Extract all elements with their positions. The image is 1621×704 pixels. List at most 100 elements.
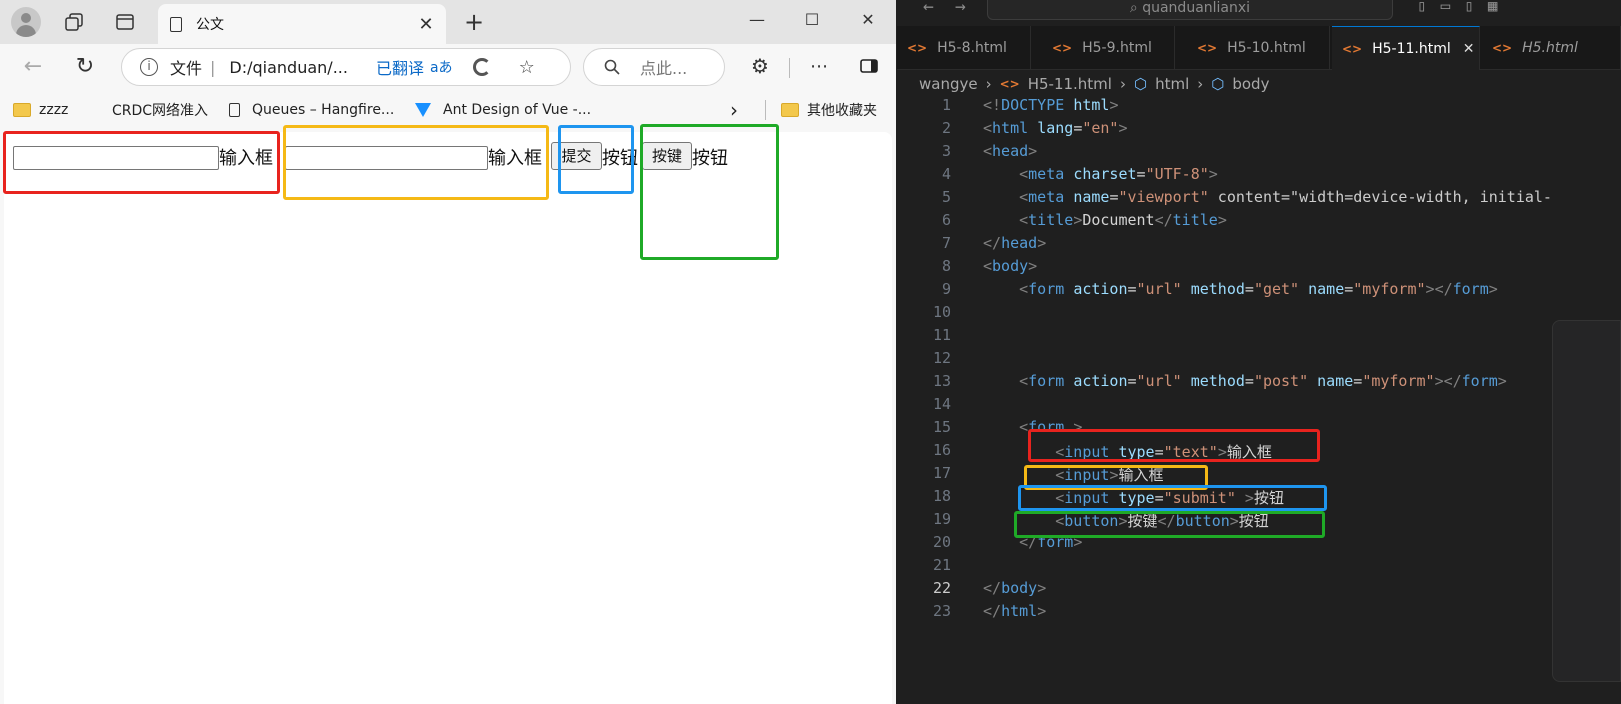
browser-window: 公文 ✕ + — ☐ ✕ ← ↻ i 文件 | D:/qianduan/... … [0, 0, 896, 704]
edge-icon[interactable] [472, 58, 491, 76]
breadcrumb-html[interactable]: html [1155, 75, 1189, 93]
code-line[interactable]: <head> [983, 142, 1037, 160]
code-line[interactable]: <form action="url" method="post" name="m… [983, 372, 1507, 390]
vertical-tabs-icon[interactable] [110, 8, 140, 36]
chevron-right-icon: › [1119, 75, 1126, 93]
site-info-icon[interactable]: i [140, 58, 158, 76]
highlight-red-box [3, 131, 280, 194]
line-number: 19 [932, 510, 951, 528]
chevron-right-icon: › [1197, 75, 1204, 93]
bookmark-label: CRDC网络准入 [112, 103, 209, 119]
symbol-icon: ⬡ [1211, 75, 1225, 93]
maximize-button[interactable]: ☐ [792, 6, 832, 34]
code-line[interactable]: <body> [983, 257, 1037, 275]
document-icon [170, 16, 182, 32]
bookmark-crdc[interactable]: CRDC网络准入 [112, 100, 208, 120]
code-highlight-green-box [1014, 511, 1325, 538]
url-separator: | [210, 57, 216, 77]
line-number: 20 [932, 533, 951, 551]
layout-icons[interactable]: ▯▭▯▦ [1417, 0, 1512, 15]
bookmark-label: 其他收藏夹 [807, 103, 877, 119]
back-arrow-icon[interactable]: ← [923, 0, 934, 17]
tab-label: H5-8.html [937, 40, 1007, 56]
tab-label: H5.html [1522, 40, 1578, 56]
side-panel [1552, 320, 1621, 682]
code-line[interactable]: <html lang="en"> [983, 119, 1128, 137]
forward-arrow-icon[interactable]: → [955, 0, 966, 17]
html-file-icon: <> [1052, 41, 1073, 55]
command-center-search[interactable]: ⌕ quanduanlianxi [987, 0, 1393, 20]
screen: 公文 ✕ + — ☐ ✕ ← ↻ i 文件 | D:/qianduan/... … [0, 0, 1621, 704]
minimize-button[interactable]: — [737, 6, 777, 34]
tab-h5-10[interactable]: <> H5-10.html [1187, 26, 1330, 70]
more-menu-icon[interactable]: ⋯ [804, 52, 834, 80]
bookmarks-bar: zzzz CRDC网络准入 Queues – Hangfire... Ant D… [0, 92, 896, 128]
bookmark-label: zzzz [39, 102, 69, 118]
breadcrumb-body[interactable]: body [1232, 75, 1269, 93]
close-window-button[interactable]: ✕ [848, 6, 888, 34]
translated-status[interactable]: 已翻译 [376, 55, 424, 79]
breadcrumb-file[interactable]: H5-11.html [1028, 75, 1112, 93]
chevron-right-icon: › [985, 75, 992, 93]
workspaces-icon[interactable] [59, 8, 89, 36]
html-file-icon: <> [999, 77, 1020, 91]
code-line[interactable]: <meta name="viewport" content="width=dev… [983, 188, 1552, 206]
profile-avatar[interactable] [11, 7, 41, 37]
bookmark-label: Queues – Hangfire... [252, 102, 395, 118]
tab-h5-8[interactable]: <> H5-8.html [897, 26, 1031, 70]
folder-icon [13, 103, 31, 117]
browser-toolbar: ← ↻ i 文件 | D:/qianduan/... 已翻译 aあ ☆ 点此..… [0, 44, 896, 92]
bookmark-zzzz[interactable]: zzzz [13, 100, 68, 120]
translate-icon[interactable]: aあ [430, 57, 453, 77]
search-box[interactable]: 点此... [583, 48, 725, 86]
new-tab-button[interactable]: + [460, 8, 488, 36]
line-number: 10 [932, 303, 951, 321]
tab-close-icon[interactable]: ✕ [1463, 41, 1475, 57]
tab-active[interactable]: 公文 ✕ [158, 4, 446, 44]
highlight-green-box [640, 124, 779, 260]
extensions-icon[interactable]: ⚙ [745, 52, 775, 80]
tab-strip: 公文 ✕ + — ☐ ✕ [0, 0, 896, 44]
code-line[interactable]: <meta charset="UTF-8"> [983, 165, 1218, 183]
tab-close-icon[interactable]: ✕ [414, 12, 438, 36]
tab-h5-9[interactable]: <> H5-9.html [1042, 26, 1175, 70]
code-line[interactable]: <title>Document</title> [983, 211, 1227, 229]
line-number: 3 [941, 142, 951, 160]
code-line[interactable]: <!DOCTYPE html> [983, 96, 1118, 114]
html-file-icon: <> [1197, 41, 1218, 55]
search-placeholder: 点此... [640, 59, 688, 78]
line-number: 12 [932, 349, 951, 367]
bookmarks-more-icon[interactable]: › [730, 98, 738, 122]
address-bar[interactable]: i 文件 | D:/qianduan/... 已翻译 aあ ☆ [121, 48, 571, 86]
code-line[interactable]: </head> [983, 234, 1046, 252]
highlight-blue-box [558, 125, 634, 194]
editor-titlebar: ← → ⌕ quanduanlianxi ▯▭▯▦ [897, 0, 1621, 26]
line-number: 8 [941, 257, 951, 275]
line-number: 9 [941, 280, 951, 298]
breadcrumb-folder[interactable]: wangye [919, 75, 978, 93]
code-editor-window: ← → ⌕ quanduanlianxi ▯▭▯▦ <> H5-8.html <>… [897, 0, 1621, 704]
bookmark-antdv[interactable]: Ant Design of Vue -... [415, 100, 591, 120]
antdv-logo-icon [415, 103, 431, 117]
toolbar-divider [789, 58, 790, 78]
back-button[interactable]: ← [18, 52, 48, 80]
tab-label: H5-9.html [1082, 40, 1152, 56]
reload-button[interactable]: ↻ [70, 52, 100, 80]
bookmark-hangfire[interactable]: Queues – Hangfire... [229, 100, 394, 120]
bookmarks-divider [765, 100, 766, 120]
line-number: 16 [932, 441, 951, 459]
code-line[interactable]: </html> [983, 602, 1046, 620]
sidebar-toggle-icon[interactable] [854, 52, 884, 80]
code-line[interactable]: <form action="url" method="get" name="my… [983, 280, 1498, 298]
bookmark-label: Ant Design of Vue -... [443, 102, 592, 118]
code-line[interactable]: </body> [983, 579, 1046, 597]
favorite-star-icon[interactable]: ☆ [519, 57, 535, 78]
line-number: 14 [932, 395, 951, 413]
search-icon [604, 59, 620, 75]
tab-title: 公文 [196, 17, 224, 33]
url-text[interactable]: D:/qianduan/... [229, 58, 348, 77]
tab-h5-11[interactable]: <> H5-11.html ✕ [1332, 26, 1480, 70]
tab-h5[interactable]: <> H5.html [1482, 26, 1621, 70]
line-number: 4 [941, 165, 951, 183]
bookmark-other-favorites[interactable]: 其他收藏夹 [781, 100, 877, 120]
